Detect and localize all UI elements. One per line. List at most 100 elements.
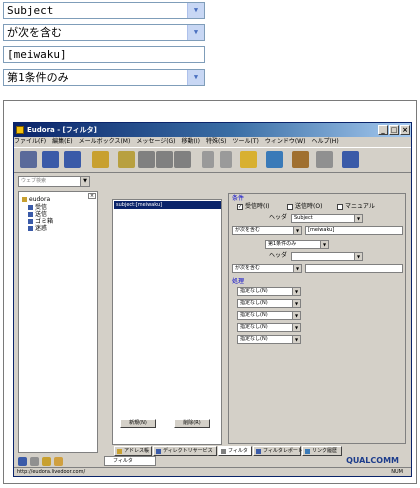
action-dropdown-5[interactable]: 指定なし(N) ▼ (237, 335, 301, 344)
check-mail-icon[interactable] (42, 151, 59, 168)
remove-filter-button[interactable]: 削除(R) (174, 419, 210, 428)
tree-item-spam[interactable]: 迷惑 (28, 225, 47, 232)
match-dropdown[interactable]: が次を含む ▼ (232, 226, 302, 235)
match-type-select[interactable]: が次を含む ▼ (3, 24, 205, 41)
tree-root[interactable]: eudora (22, 196, 50, 203)
tree-item-inbox[interactable]: 受信 (28, 204, 47, 211)
attach-icon[interactable] (240, 151, 257, 168)
match-dropdown-2-value: が次を含む (235, 265, 261, 271)
action-dropdown-1[interactable]: 指定なし(N) ▼ (237, 287, 301, 296)
match-dropdown-value: が次を含む (235, 227, 261, 233)
chevron-down-icon[interactable]: ▼ (187, 3, 204, 18)
action-dropdown-4[interactable]: 指定なし(N) ▼ (237, 323, 301, 332)
new-message-icon[interactable] (118, 151, 135, 168)
conjunction-dropdown[interactable]: 第1条件のみ ▼ (265, 240, 329, 249)
stationery-tab-icon[interactable] (42, 457, 51, 466)
close-pane-icon[interactable]: × (88, 193, 96, 199)
menu-special[interactable]: 特殊(S) (206, 137, 227, 146)
header-dropdown[interactable]: Subject ▼ (291, 214, 363, 223)
chevron-down-icon[interactable]: ▼ (292, 300, 300, 307)
open-window-filters[interactable]: フィルタ (104, 456, 156, 466)
web-icon[interactable] (342, 151, 359, 168)
forward-icon[interactable] (174, 151, 191, 168)
menu-file[interactable]: ファイル(F) (14, 137, 46, 146)
address-book-icon[interactable] (92, 151, 109, 168)
tree-item-label: 迷惑 (35, 225, 48, 232)
tree-item-outbox[interactable]: 送信 (28, 211, 47, 218)
eudora-window: Eudora - [フィルタ] _ □ × ファイル(F) 編集(E) メールボック… (13, 122, 412, 477)
file-tab-icon[interactable] (30, 457, 39, 466)
new-filter-button[interactable]: 新規(N) (120, 419, 156, 428)
action-value: 指定なし(N) (240, 324, 268, 330)
title-bar[interactable]: Eudora - [フィルタ] _ □ × (14, 123, 411, 137)
match-type-value: が次を含む (7, 26, 62, 39)
match-text-field-2[interactable] (305, 264, 403, 273)
menu-mailbox[interactable]: メールボックス(M) (79, 137, 131, 146)
incoming-checkbox[interactable]: ✓ 受信時(I) (237, 203, 269, 210)
help-icon[interactable] (292, 151, 309, 168)
inbox-icon (28, 205, 33, 210)
filter-list-item[interactable]: subject:[meiwaku] (114, 201, 221, 209)
eudora-screenshot: Eudora - [フィルタ] _ □ × ファイル(F) 編集(E) メールボック… (3, 100, 417, 484)
filter-list[interactable]: subject:[meiwaku] (112, 199, 222, 445)
status-bar: http://eudora.livedoor.com/ NUM (14, 467, 411, 476)
header-select[interactable]: Subject ▼ (3, 2, 205, 19)
send-mail-icon[interactable] (64, 151, 81, 168)
chevron-down-icon[interactable]: ▼ (293, 265, 301, 272)
menu-window[interactable]: ウィンドウ(W) (265, 137, 306, 146)
delete-icon[interactable] (20, 151, 37, 168)
signature-tab-icon[interactable] (54, 457, 63, 466)
reply-all-icon[interactable] (156, 151, 173, 168)
find-icon[interactable] (266, 151, 283, 168)
filter-condition-preview: Subject ▼ が次を含む ▼ [meiwaku] 第1条件のみ ▼ (0, 0, 420, 90)
chevron-down-icon[interactable]: ▼ (354, 215, 362, 222)
chevron-down-icon[interactable]: ▼ (293, 227, 301, 234)
chevron-down-icon[interactable]: ▼ (187, 25, 204, 40)
filter-icon (221, 449, 226, 454)
tree-item-trash[interactable]: ゴミ箱 (28, 218, 53, 225)
tree-root-label: eudora (29, 196, 51, 203)
web-search-placeholder: ウェブ検索 (21, 178, 47, 184)
match-text-input[interactable]: [meiwaku] (3, 46, 205, 63)
match-dropdown-2[interactable]: が次を含む ▼ (232, 264, 302, 273)
mailbox-tree: × eudora 受信 送信 ゴミ箱 迷惑 (18, 191, 98, 453)
header-dropdown-2[interactable]: ▼ (291, 252, 363, 261)
tab-label: アドレス帳 (124, 448, 150, 454)
next-icon[interactable] (220, 151, 232, 168)
header-select-value: Subject (7, 4, 54, 17)
chevron-down-icon[interactable]: ▼ (80, 177, 89, 186)
print-icon[interactable] (316, 151, 333, 168)
action-dropdown-3[interactable]: 指定なし(N) ▼ (237, 311, 301, 320)
checkbox-label: 受信時(I) (245, 203, 270, 210)
chevron-down-icon[interactable]: ▼ (292, 312, 300, 319)
status-url: http://eudora.livedoor.com/ (17, 469, 86, 475)
menu-help[interactable]: ヘルプ(H) (311, 137, 338, 146)
action-value: 指定なし(N) (240, 336, 268, 342)
menu-message[interactable]: メッセージ(G) (136, 137, 175, 146)
chevron-down-icon[interactable]: ▼ (292, 288, 300, 295)
chevron-down-icon[interactable]: ▼ (320, 241, 328, 248)
outgoing-checkbox[interactable]: 送信時(O) (287, 203, 322, 210)
web-search-combo[interactable]: ウェブ検索 ▼ (18, 176, 90, 187)
outbox-icon (28, 212, 33, 217)
trash-icon (28, 219, 33, 224)
minimize-button[interactable]: _ (378, 125, 388, 135)
header-label-2: ヘッダ (269, 252, 288, 259)
mailbox-tab-icon[interactable] (18, 457, 27, 466)
conjunction-select[interactable]: 第1条件のみ ▼ (3, 69, 205, 86)
menu-edit[interactable]: 編集(E) (52, 137, 72, 146)
manual-checkbox[interactable]: マニュアル (337, 203, 375, 210)
prev-icon[interactable] (202, 151, 214, 168)
num-lock-indicator: NUM (391, 469, 403, 475)
chevron-down-icon[interactable]: ▼ (292, 324, 300, 331)
menu-transfer[interactable]: 移動(I) (182, 137, 200, 146)
menu-tools[interactable]: ツール(T) (232, 137, 258, 146)
close-button[interactable]: × (400, 125, 410, 135)
maximize-button[interactable]: □ (389, 125, 399, 135)
chevron-down-icon[interactable]: ▼ (292, 336, 300, 343)
chevron-down-icon[interactable]: ▼ (354, 253, 362, 260)
reply-icon[interactable] (138, 151, 155, 168)
match-text-field[interactable]: [meiwaku] (305, 226, 403, 235)
chevron-down-icon[interactable]: ▼ (187, 70, 204, 85)
action-dropdown-2[interactable]: 指定なし(N) ▼ (237, 299, 301, 308)
